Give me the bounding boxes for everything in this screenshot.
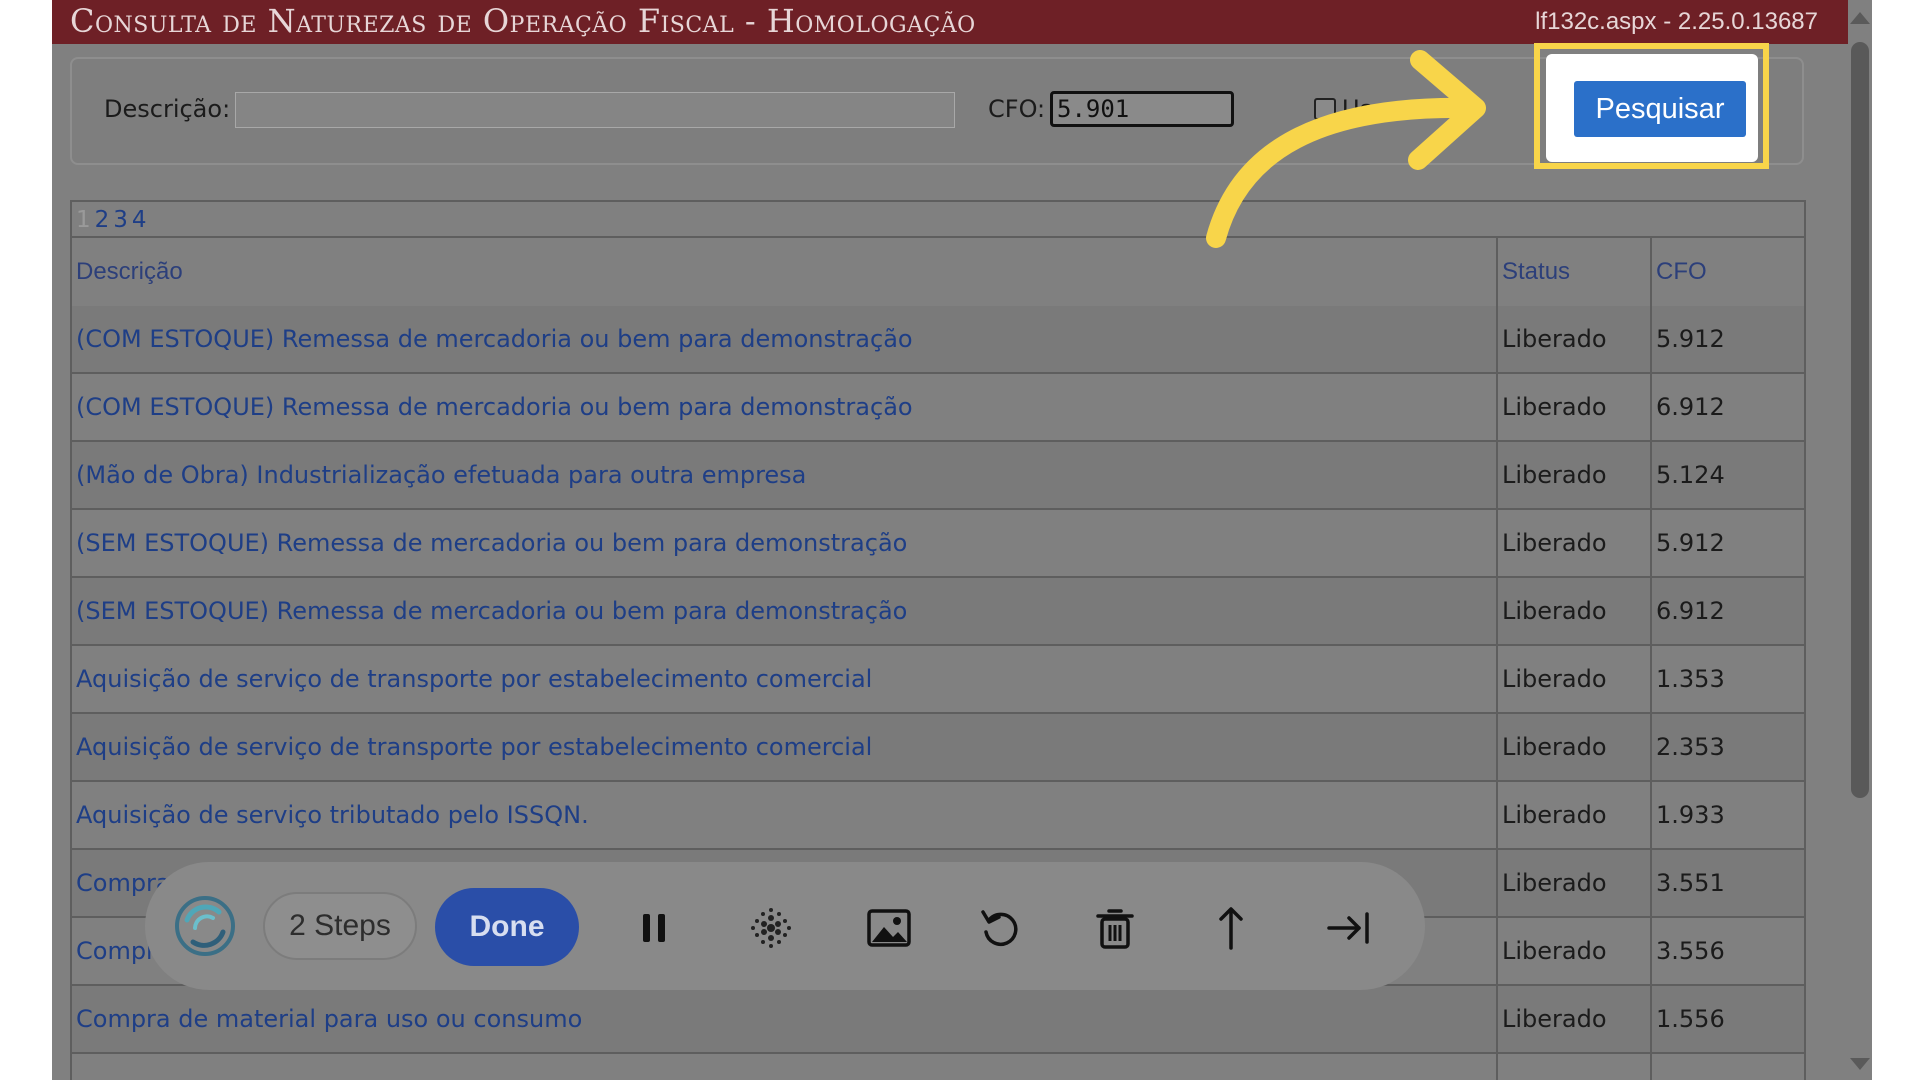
column-header-cfo[interactable]: CFO: [1650, 238, 1804, 306]
row-status: Liberado: [1496, 646, 1650, 712]
row-status: Liberado: [1496, 986, 1650, 1052]
row-descricao[interactable]: Aquisição de serviço de transporte por e…: [72, 646, 1496, 712]
row-cfo: 5.912: [1650, 306, 1804, 372]
page-title: Consulta de Naturezas de Operação Fiscal…: [70, 2, 976, 40]
row-descricao[interactable]: (SEM ESTOQUE) Remessa de mercadoria ou b…: [72, 578, 1496, 644]
row-cfo: 2.353: [1650, 714, 1804, 780]
row-cfo: 6.912: [1650, 374, 1804, 440]
row-cfo: 1.933: [1650, 782, 1804, 848]
page-link-2[interactable]: 2: [95, 207, 110, 233]
table-row[interactable]: [72, 1054, 1804, 1080]
page-link-4[interactable]: 4: [132, 207, 147, 233]
row-status: Liberado: [1496, 510, 1650, 576]
table-header: Descrição Status CFO: [72, 238, 1804, 308]
upload-icon[interactable]: [1205, 902, 1257, 954]
undo-icon[interactable]: [975, 902, 1027, 954]
table-row[interactable]: (COM ESTOQUE) Remessa de mercadoria ou b…: [72, 374, 1804, 442]
row-cfo: 1.353: [1650, 646, 1804, 712]
column-header-descricao[interactable]: Descrição: [72, 238, 1496, 306]
pagination: 1234: [72, 202, 1804, 238]
done-button[interactable]: Done: [435, 888, 579, 966]
page-link-3[interactable]: 3: [113, 207, 128, 233]
column-header-status[interactable]: Status: [1496, 238, 1650, 306]
row-status: Liberado: [1496, 306, 1650, 372]
cfo-label: CFO:: [988, 95, 1046, 123]
logo-icon: [175, 896, 235, 956]
scrollbar-thumb[interactable]: [1851, 42, 1869, 798]
table-row[interactable]: Aquisição de serviço de transporte por e…: [72, 646, 1804, 714]
row-status: Liberado: [1496, 850, 1650, 916]
scroll-up-arrow-icon[interactable]: [1850, 12, 1870, 24]
row-status: [1496, 1054, 1650, 1080]
title-bar: Consulta de Naturezas de Operação Fiscal…: [52, 0, 1868, 44]
row-status: Liberado: [1496, 578, 1650, 644]
row-descricao[interactable]: [72, 1054, 1496, 1080]
table-row[interactable]: (SEM ESTOQUE) Remessa de mercadoria ou b…: [72, 510, 1804, 578]
row-cfo: 3.556: [1650, 918, 1804, 984]
row-descricao[interactable]: (COM ESTOQUE) Remessa de mercadoria ou b…: [72, 306, 1496, 372]
row-cfo: 1.556: [1650, 986, 1804, 1052]
row-status: Liberado: [1496, 374, 1650, 440]
row-descricao[interactable]: (SEM ESTOQUE) Remessa de mercadoria ou b…: [72, 510, 1496, 576]
ativos-checkbox[interactable]: [1314, 98, 1336, 120]
row-cfo: 5.124: [1650, 442, 1804, 508]
blur-icon[interactable]: [745, 902, 797, 954]
scroll-down-arrow-icon[interactable]: [1850, 1058, 1870, 1070]
trash-icon[interactable]: [1089, 902, 1141, 954]
search-button[interactable]: Pesquisar: [1574, 81, 1746, 137]
row-cfo: [1650, 1054, 1804, 1080]
row-cfo: 6.912: [1650, 578, 1804, 644]
recorder-toolbar: 2 Steps Done: [145, 862, 1425, 990]
row-descricao[interactable]: Compra de material para uso ou consumo: [72, 986, 1496, 1052]
row-descricao[interactable]: (COM ESTOQUE) Remessa de mercadoria ou b…: [72, 374, 1496, 440]
page-link-1[interactable]: 1: [76, 207, 91, 233]
table-row[interactable]: Compra de material para uso ou consumo Li…: [72, 986, 1804, 1054]
row-cfo: 3.551: [1650, 850, 1804, 916]
steps-badge[interactable]: 2 Steps: [263, 892, 417, 960]
row-descricao[interactable]: Aquisição de serviço de transporte por e…: [72, 714, 1496, 780]
row-status: Liberado: [1496, 714, 1650, 780]
cfo-input[interactable]: [1050, 91, 1234, 127]
row-cfo: 5.912: [1650, 510, 1804, 576]
row-descricao[interactable]: (Mão de Obra) Industrialização efetuada …: [72, 442, 1496, 508]
image-icon[interactable]: [863, 902, 915, 954]
row-status: Liberado: [1496, 442, 1650, 508]
pause-icon[interactable]: [628, 902, 680, 954]
version-label: lf132c.aspx - 2.25.0.13687: [1535, 8, 1818, 35]
table-row[interactable]: Aquisição de serviço tributado pelo ISSQ…: [72, 782, 1804, 850]
table-row[interactable]: Aquisição de serviço de transporte por e…: [72, 714, 1804, 782]
descricao-input[interactable]: [235, 92, 955, 128]
row-status: Liberado: [1496, 918, 1650, 984]
row-descricao[interactable]: Aquisição de serviço tributado pelo ISSQ…: [72, 782, 1496, 848]
table-row[interactable]: (Mão de Obra) Industrialização efetuada …: [72, 442, 1804, 510]
row-status: Liberado: [1496, 782, 1650, 848]
descricao-label: Descrição:: [104, 95, 231, 123]
skip-icon[interactable]: [1323, 902, 1375, 954]
ativos-checkbox-label: Usar ativos: [1342, 95, 1477, 123]
table-row[interactable]: (COM ESTOQUE) Remessa de mercadoria ou b…: [72, 306, 1804, 374]
table-row[interactable]: (SEM ESTOQUE) Remessa de mercadoria ou b…: [72, 578, 1804, 646]
